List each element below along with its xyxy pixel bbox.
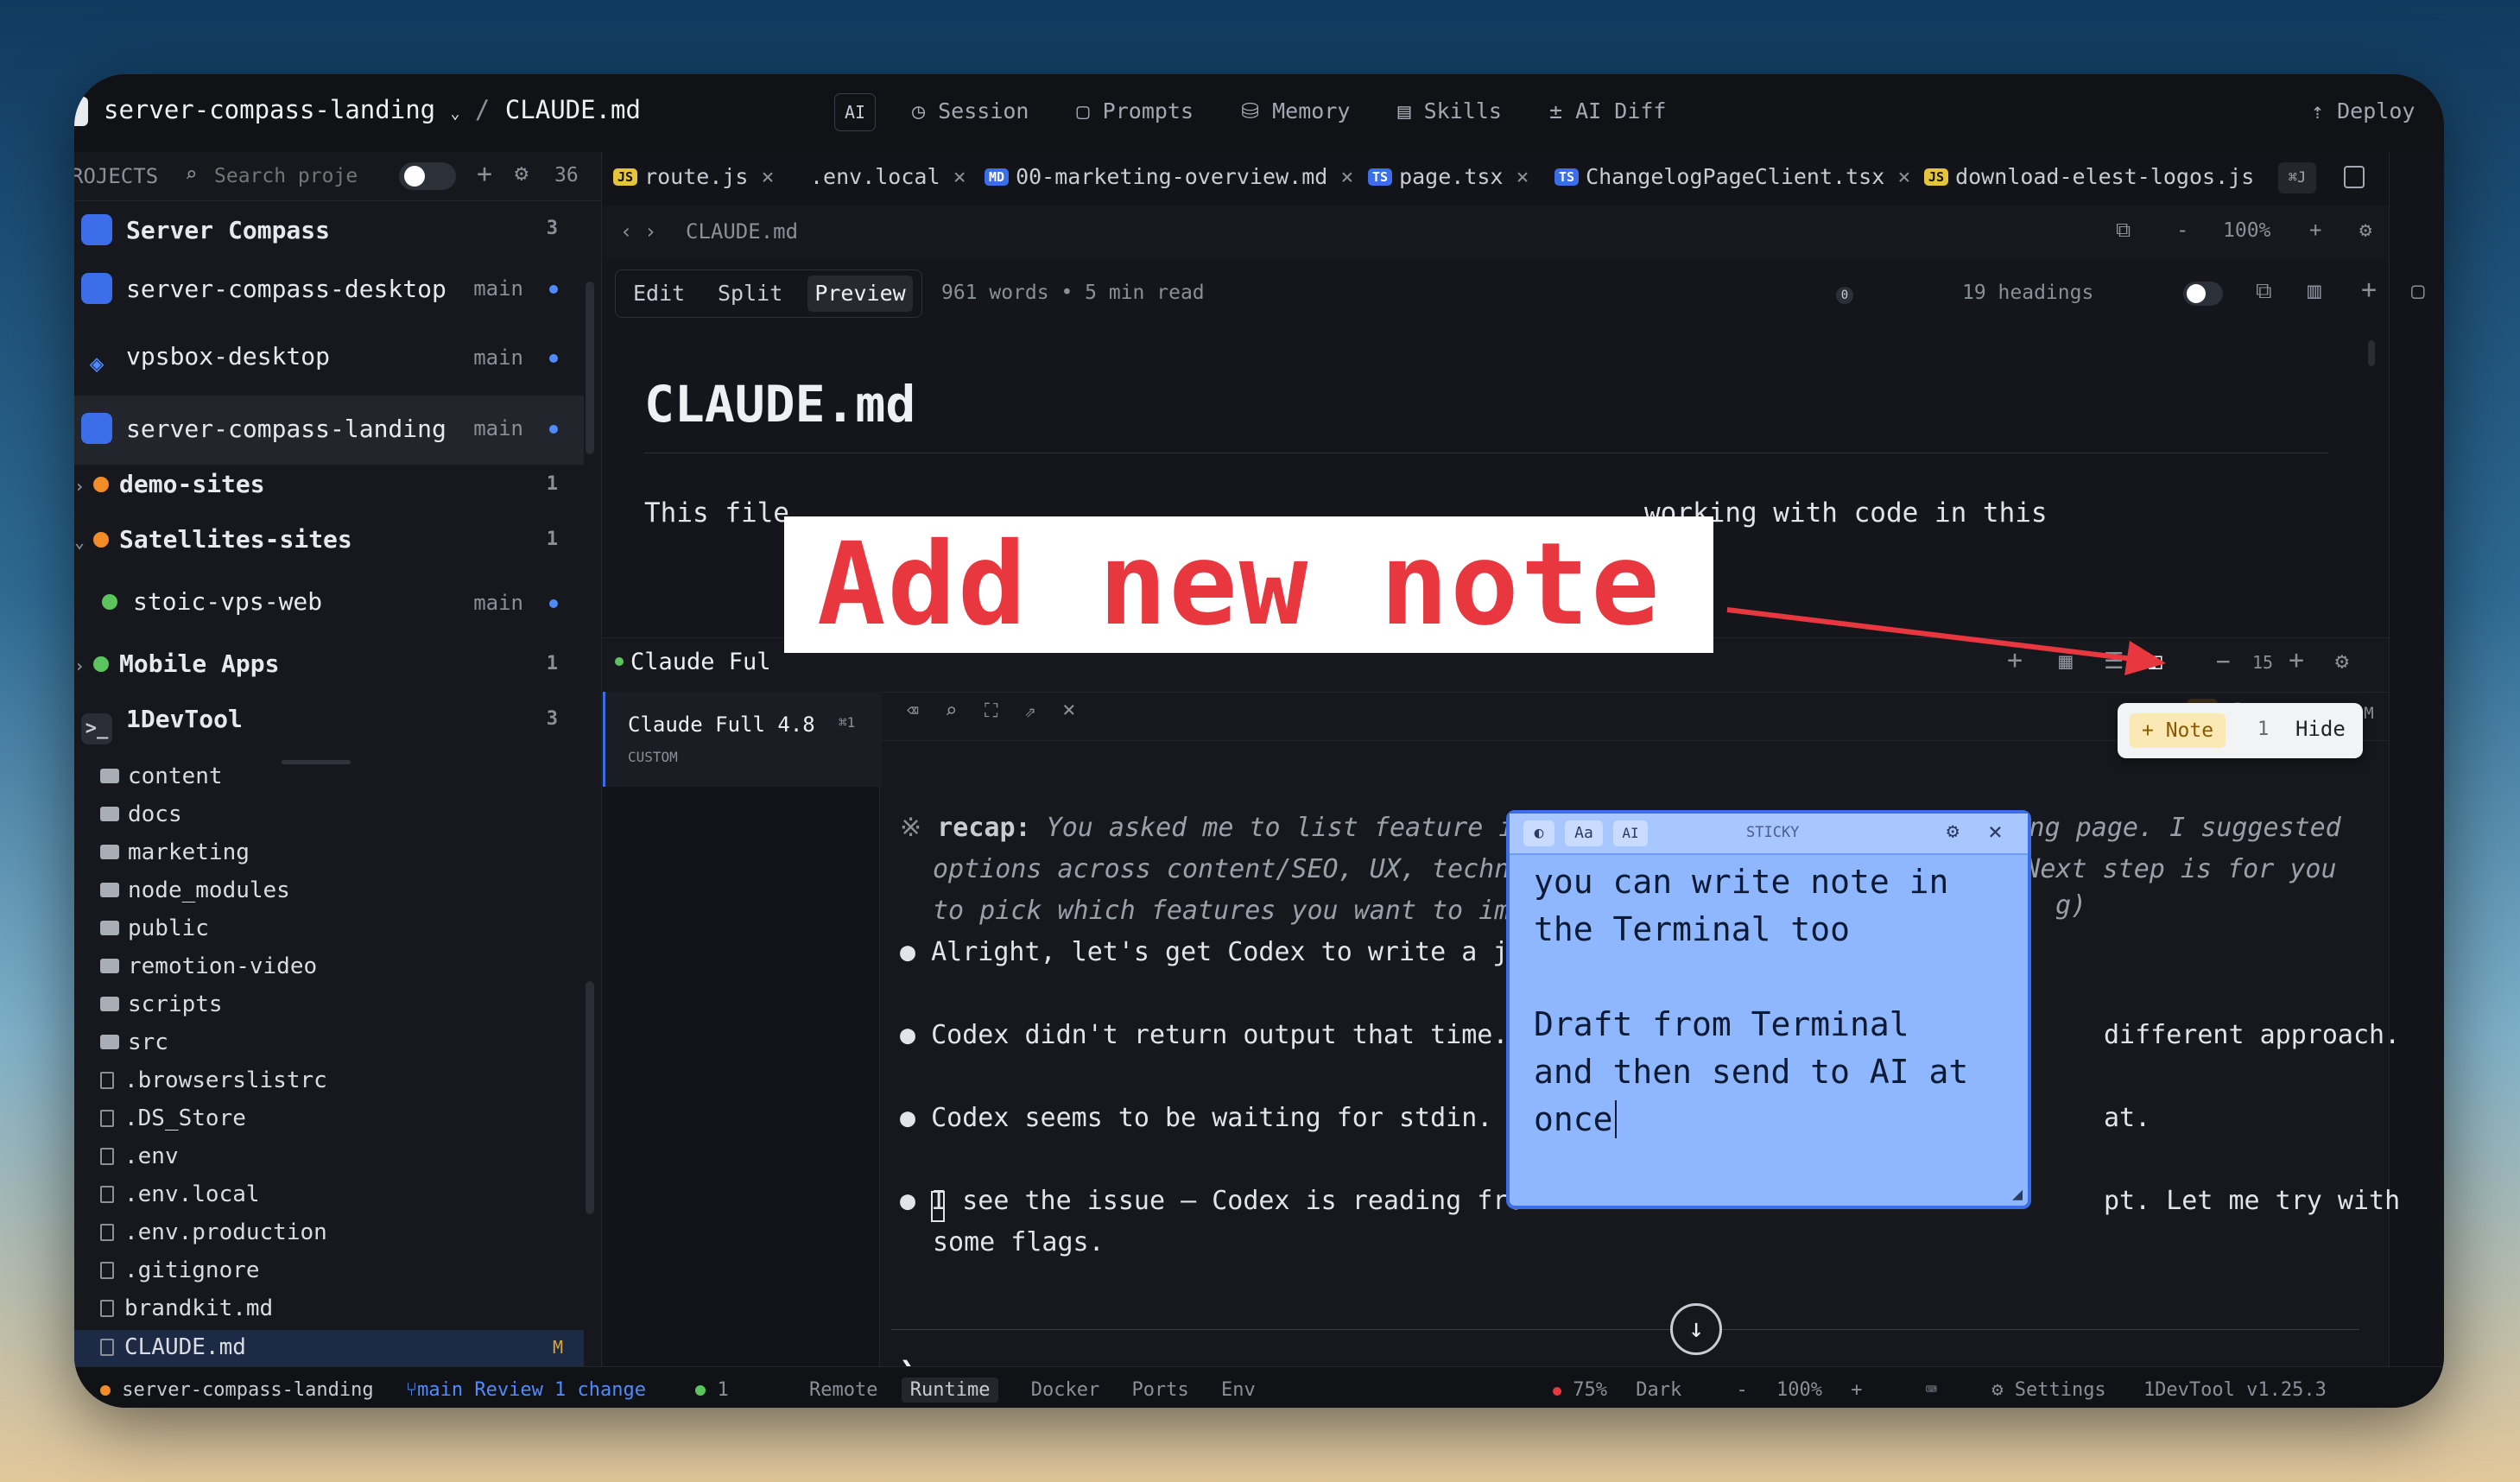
annotation-arrow [1726, 607, 2166, 675]
arrow-line [1726, 607, 2141, 662]
arrow-head [2124, 641, 2166, 675]
